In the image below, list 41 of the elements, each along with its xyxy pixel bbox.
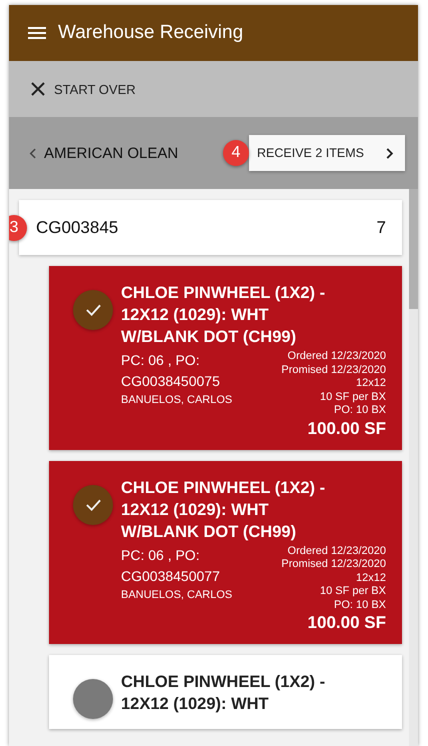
order-number: CG003845: [36, 218, 118, 238]
chevron-left-icon: [29, 148, 36, 158]
po-quantity: PO: 10 BX: [333, 404, 386, 418]
per-box-text: 10 SF per BX: [318, 390, 386, 404]
item-card[interactable]: CHLOE PINWHEEL (1X2) - 12X12 (1029): WHT: [49, 655, 402, 729]
pc-po-text: PC: 06 , PO: CG0038450077: [121, 546, 221, 586]
promised-date: Promised 12/23/2020: [281, 558, 386, 572]
step-badge: 4: [223, 140, 249, 166]
per-box-text: 10 SF per BX: [318, 585, 386, 598]
receive-button[interactable]: RECEIVE 2 ITEMS: [249, 135, 405, 171]
item-quantity: 100.00 SF: [306, 612, 386, 634]
ordered-date: Ordered 12/23/2020: [286, 350, 386, 364]
chevron-right-icon: [386, 148, 394, 158]
tile-size: 12x12: [355, 572, 386, 585]
po-quantity: PO: 10 BX: [333, 598, 386, 612]
pc-po-text: PC: 06 , PO: CG0038450075: [121, 351, 221, 391]
order-group-card[interactable]: CG003845 7: [19, 200, 402, 255]
item-title: CHLOE PINWHEEL (1X2) - 12X12 (1029): WHT W/BLANK DOT (CH99): [121, 283, 326, 348]
scroll-thumb[interactable]: [409, 189, 418, 309]
item-card[interactable]: CHLOE PINWHEEL (1X2) - 12X12 (1029): WHT W/BLANK DOT (CH99) PC: 06 , PO: CG0038450075 BANUELOS, CARLOS Ordered 12/23/2020 Promised 12/23/2020 12x12 10 SF per BX PO: 10 BX 100.00 SF: [49, 266, 402, 450]
check-icon: [86, 498, 100, 510]
vendor-back-link[interactable]: AMERICAN OLEAN: [29, 144, 178, 162]
promised-date: Promised 12/23/2020: [281, 364, 386, 377]
start-over-button[interactable]: START OVER: [31, 82, 136, 96]
item-title: CHLOE PINWHEEL (1X2) - 12X12 (1029): WHT W/BLANK DOT (CH99): [121, 478, 326, 542]
item-card[interactable]: CHLOE PINWHEEL (1X2) - 12X12 (1029): WHT W/BLANK DOT (CH99) PC: 06 , PO: CG0038450077 BANUELOS, CARLOS Ordered 12/23/2020 Promised 12/23/2020 12x12 10 SF per BX PO: 10 BX 100.00 SF: [49, 460, 402, 644]
scrollbar[interactable]: [409, 189, 418, 746]
item-quantity: 100.00 SF: [306, 418, 386, 440]
close-icon: [31, 82, 45, 96]
tile-size: 12x12: [355, 377, 386, 390]
person-name: BANUELOS, CARLOS: [121, 588, 234, 600]
menu-icon[interactable]: [28, 27, 46, 39]
person-name: BANUELOS, CARLOS: [121, 394, 234, 406]
item-title: CHLOE PINWHEEL (1X2) - 12X12 (1029): WHT: [121, 672, 326, 715]
selection-circle[interactable]: [73, 290, 113, 330]
selection-circle[interactable]: [73, 679, 113, 719]
item-count: 7: [376, 218, 386, 238]
selection-circle[interactable]: [73, 484, 113, 524]
ordered-date: Ordered 12/23/2020: [286, 544, 386, 558]
check-icon: [86, 304, 100, 316]
app-title: Warehouse Receiving: [58, 22, 244, 44]
